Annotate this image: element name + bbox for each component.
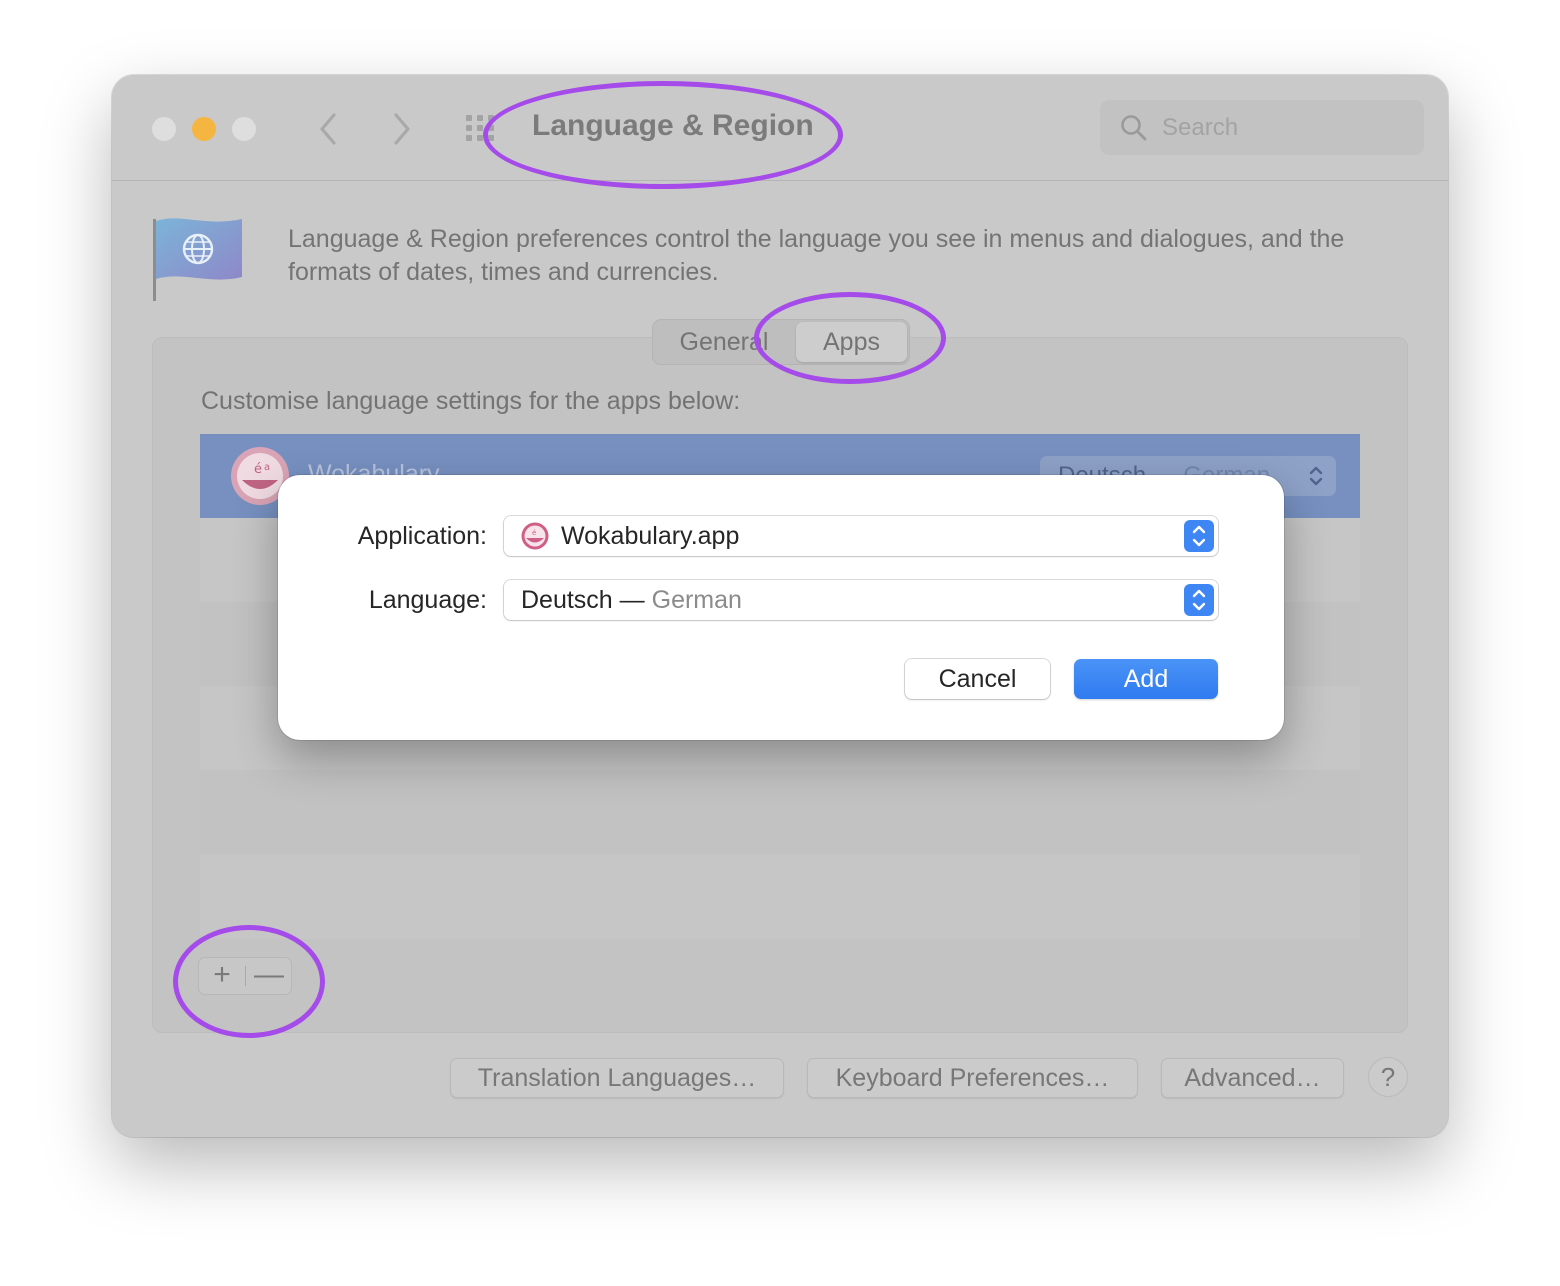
advanced-button[interactable]: Advanced… <box>1161 1058 1344 1098</box>
flag-globe-icon <box>150 213 250 303</box>
language-separator: — <box>619 586 645 614</box>
cancel-button[interactable]: Cancel <box>905 659 1050 699</box>
svg-text:é: é <box>532 529 536 537</box>
highlight-ellipse-apps-tab <box>754 292 946 384</box>
add-app-sheet: Application: é Wokabulary.app Language: … <box>278 475 1284 740</box>
chevron-left-icon <box>320 113 336 145</box>
up-down-chevron-icon <box>1192 525 1206 547</box>
highlight-ellipse-title <box>483 81 843 189</box>
close-window-button[interactable] <box>152 117 176 141</box>
add-button[interactable]: Add <box>1074 659 1218 699</box>
language-sub: German <box>651 586 742 614</box>
application-stepper[interactable] <box>1184 520 1214 552</box>
search-field[interactable] <box>1100 100 1424 155</box>
language-value-group: Deutsch — German <box>521 580 742 620</box>
language-value: Deutsch <box>521 586 613 614</box>
list-item <box>200 854 1360 938</box>
apps-instruction: Customise language settings for the apps… <box>201 387 741 415</box>
application-label: Application: <box>357 522 487 550</box>
keyboard-preferences-button[interactable]: Keyboard Preferences… <box>807 1058 1138 1098</box>
svg-text:a: a <box>264 462 270 473</box>
chevron-right-icon <box>394 113 410 145</box>
language-popup[interactable]: Deutsch — German <box>504 580 1218 620</box>
pane-description: Language & Region preferences control th… <box>288 225 1345 286</box>
highlight-ellipse-add-remove <box>173 925 325 1038</box>
help-button[interactable]: ? <box>1368 1057 1408 1097</box>
zoom-window-button[interactable] <box>232 117 256 141</box>
back-button[interactable] <box>310 109 346 149</box>
application-value: Wokabulary.app <box>561 522 740 550</box>
search-input[interactable] <box>1162 108 1412 148</box>
translation-languages-button[interactable]: Translation Languages… <box>450 1058 784 1098</box>
up-down-chevron-icon <box>1309 466 1323 486</box>
forward-button[interactable] <box>384 109 420 149</box>
application-popup[interactable]: é Wokabulary.app <box>504 516 1218 556</box>
svg-text:é: é <box>254 462 262 477</box>
language-stepper[interactable] <box>1184 584 1214 616</box>
up-down-chevron-icon <box>1192 589 1206 611</box>
list-item <box>200 770 1360 854</box>
minimize-window-button[interactable] <box>192 117 216 141</box>
language-label: Language: <box>368 586 487 614</box>
wokabulary-app-icon: é <box>521 522 549 550</box>
search-icon <box>1121 115 1147 141</box>
